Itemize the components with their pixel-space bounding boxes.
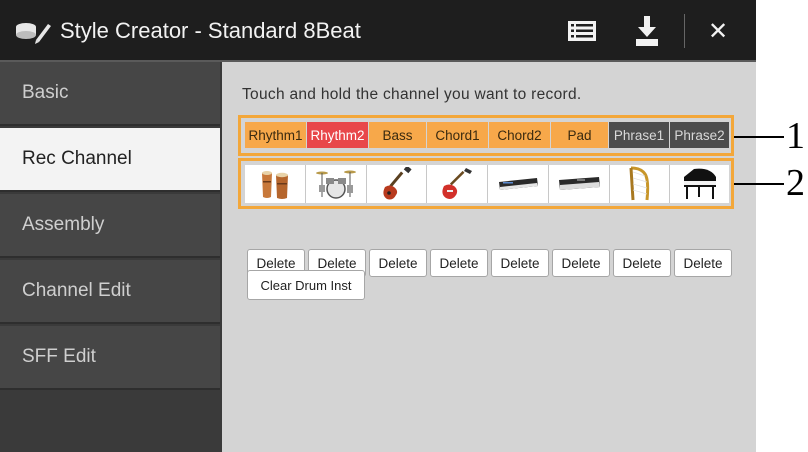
callout-2-number: 2 [786,162,805,204]
style-creator-icon [16,23,51,44]
channel-label: Rhythm2 [310,127,365,143]
instrument-pad-button[interactable] [549,165,610,203]
keyboard-icon [559,177,600,190]
channel-label: Bass [382,127,413,143]
title-bar: Style Creator - Standard 8Beat ✕ [0,0,756,62]
instrument-phrase1-button[interactable] [610,165,670,203]
channel-pad-button[interactable]: Pad [551,122,609,148]
channel-phrase2-button[interactable]: Phrase2 [670,122,729,148]
instrument-chord2-button[interactable] [488,165,549,203]
channel-rhythm2-button[interactable]: Rhythm2 [307,122,369,148]
channel-rhythm1-button[interactable]: Rhythm1 [245,122,307,148]
channel-button-row: Rhythm1 Rhythm2 Bass Chord1 Chord2 Pad P… [245,122,729,148]
instrument-selector-frame [238,158,734,209]
close-icon: ✕ [707,17,729,45]
callout-2-line [734,183,784,185]
channel-bass-button[interactable]: Bass [369,122,427,148]
callout-1-number: 1 [786,115,805,157]
drum-kit-icon [316,170,356,199]
clear-drum-inst-label: Clear Drum Inst [260,277,352,293]
instrument-rhythm1-button[interactable] [245,165,306,203]
instruction-text: Touch and hold the channel you want to r… [242,86,582,103]
delete-label: Delete [500,255,540,271]
channel-label: Chord2 [497,127,542,143]
instrument-bass-button[interactable] [367,165,427,203]
synth-keyboard-icon [499,178,538,190]
delete-bass-button[interactable]: Delete [369,249,427,277]
sidebar-item-label: SFF Edit [22,346,96,367]
window-title: Style Creator - Standard 8Beat [60,18,361,43]
callout-1-line [734,136,784,138]
harp-icon [629,166,649,201]
sidebar-item-label: Basic [22,82,69,103]
channel-label: Phrase1 [613,127,665,143]
delete-label: Delete [317,255,357,271]
delete-phrase2-button[interactable]: Delete [674,249,732,277]
delete-label: Delete [561,255,601,271]
channel-label: Rhythm1 [248,127,303,143]
instrument-phrase2-button[interactable] [670,165,729,203]
save-download-icon [636,16,658,46]
delete-label: Delete [622,255,662,271]
delete-phrase1-button[interactable]: Delete [613,249,671,277]
instrument-button-row [245,165,729,203]
save-button[interactable] [627,14,667,48]
grand-piano-icon [683,168,716,199]
delete-label: Delete [378,255,418,271]
sidebar-item-label: Channel Edit [22,280,131,301]
sidebar-item-label: Rec Channel [22,148,132,169]
channel-label: Chord1 [435,127,480,143]
channel-label: Phrase2 [674,127,725,143]
sidebar-item-sff-edit[interactable]: SFF Edit [0,326,220,390]
channel-phrase1-button[interactable]: Phrase1 [609,122,670,148]
delete-chord2-button[interactable]: Delete [491,249,549,277]
delete-label: Delete [439,255,479,271]
channel-chord2-button[interactable]: Chord2 [489,122,551,148]
sidebar-item-label: Assembly [22,214,105,235]
menu-button[interactable] [562,14,602,48]
delete-label: Delete [683,255,723,271]
style-creator-screen: Style Creator - Standard 8Beat ✕ Basic R… [0,0,756,452]
menu-list-icon [568,21,596,41]
electric-guitar-icon [442,168,472,199]
clear-drum-inst-button[interactable]: Clear Drum Inst [247,270,365,300]
delete-chord1-button[interactable]: Delete [430,249,488,277]
titlebar-separator [684,14,685,48]
sidebar-item-rec-channel[interactable]: Rec Channel [0,128,220,192]
delete-pad-button[interactable]: Delete [552,249,610,277]
sidebar-item-assembly[interactable]: Assembly [0,194,220,258]
instrument-rhythm2-button[interactable] [306,165,367,203]
channel-chord1-button[interactable]: Chord1 [427,122,489,148]
sidebar-item-channel-edit[interactable]: Channel Edit [0,260,220,324]
electric-bass-icon [382,167,412,200]
channel-label: Pad [567,127,592,143]
sidebar-item-basic[interactable]: Basic [0,62,220,126]
close-button[interactable]: ✕ [698,14,738,48]
sidebar: Basic Rec Channel Assembly Channel Edit … [0,62,220,452]
conga-icon [262,171,288,199]
channel-selector-frame: Rhythm1 Rhythm2 Bass Chord1 Chord2 Pad P… [238,115,734,156]
instrument-chord1-button[interactable] [427,165,488,203]
delete-label: Delete [256,255,296,271]
